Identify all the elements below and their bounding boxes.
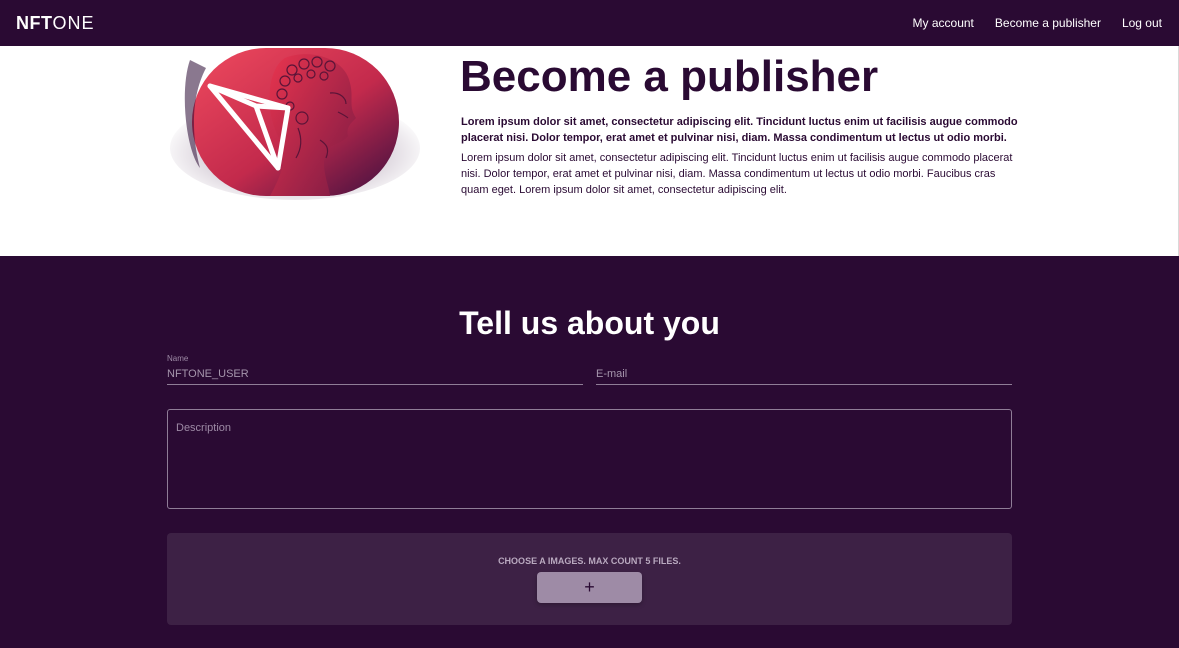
hero-statue-illustration [170, 48, 420, 200]
email-input[interactable]: E-mail [596, 366, 1012, 385]
hero-section: Become a publisher Lorem ipsum dolor sit… [0, 46, 1179, 256]
top-navbar: NFTONE My account Become a publisher Log… [0, 0, 1179, 46]
name-field-label: Name [167, 354, 189, 363]
nav-log-out[interactable]: Log out [1122, 16, 1162, 30]
upload-instructions: CHOOSE A IMAGES. MAX COUNT 5 FILES. [498, 556, 681, 566]
add-image-button[interactable]: + [537, 572, 642, 603]
main-nav: My account Become a publisher Log out [913, 16, 1162, 30]
name-input[interactable]: NFTONE_USER [167, 366, 583, 385]
form-heading: Tell us about you [459, 305, 720, 341]
nftone-logo[interactable]: NFTONE [16, 13, 95, 34]
nav-my-account[interactable]: My account [913, 16, 974, 30]
description-textarea[interactable]: Description [167, 409, 1012, 509]
nav-become-publisher[interactable]: Become a publisher [995, 16, 1101, 30]
page-title: Become a publisher [460, 52, 879, 101]
hero-lead-text: Lorem ipsum dolor sit amet, consectetur … [461, 116, 1018, 144]
image-upload-panel: CHOOSE A IMAGES. MAX COUNT 5 FILES. + [167, 533, 1012, 625]
logo-bold-text: NFT [16, 13, 53, 33]
hero-body-text: Lorem ipsum dolor sit amet, consectetur … [461, 152, 1013, 196]
logo-light-text: ONE [52, 13, 95, 33]
